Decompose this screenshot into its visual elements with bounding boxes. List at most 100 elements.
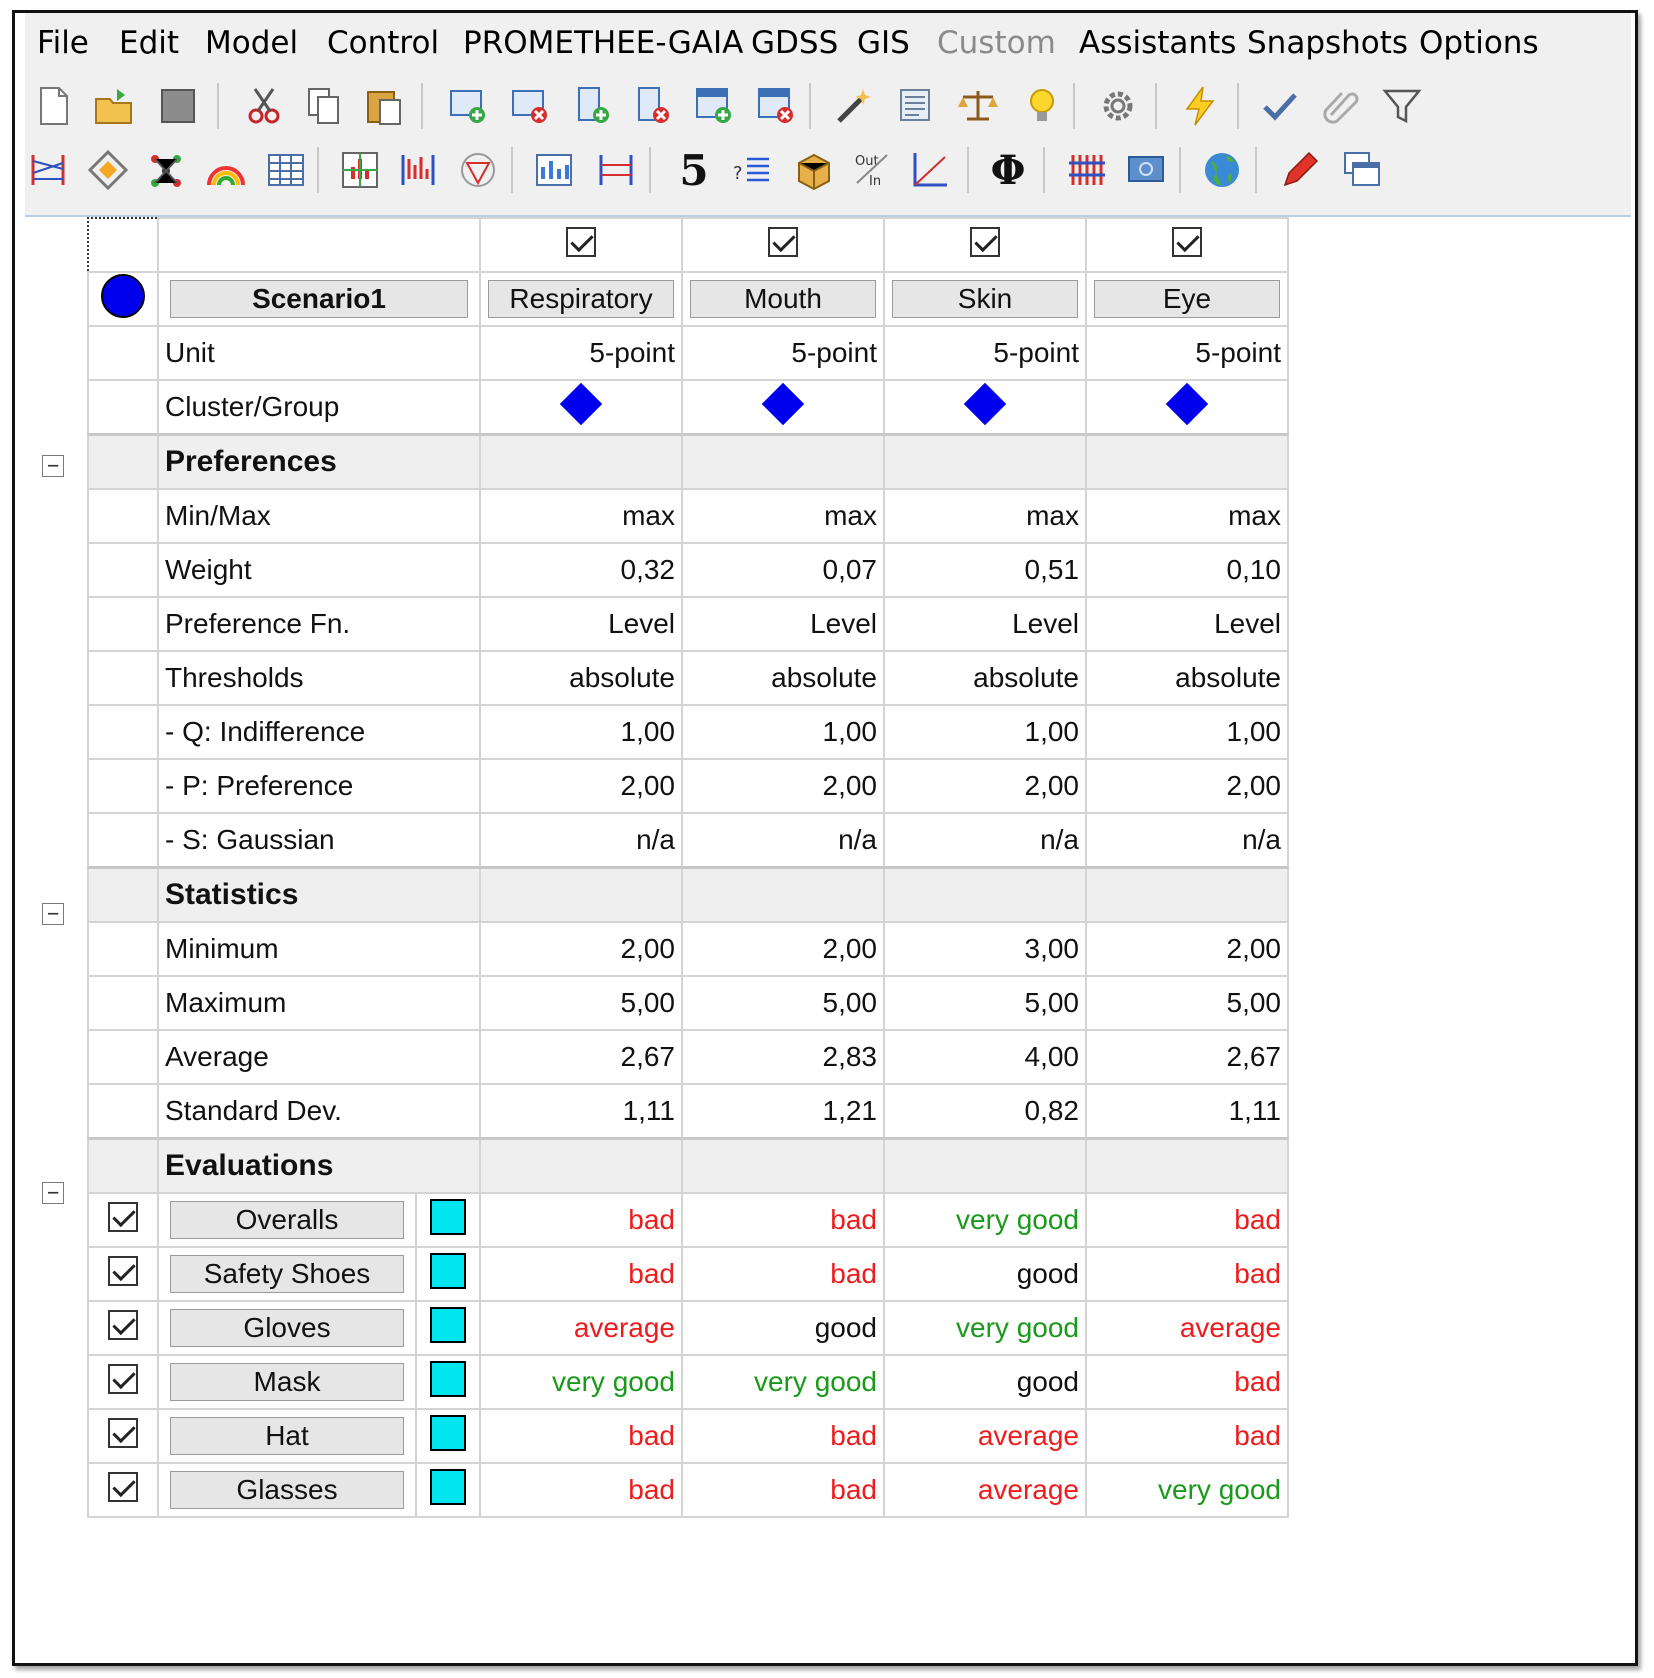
lightning-button[interactable] [1177,83,1223,129]
criterion-checkbox[interactable] [566,226,596,257]
value-cell[interactable]: Level [883,596,1087,652]
cluster-diamond-icon[interactable] [559,382,603,425]
number-five-button[interactable]: 5 [671,146,717,195]
value-cell[interactable]: n/a [479,812,683,869]
collapse-preferences-button[interactable]: − [42,455,64,477]
cut-button[interactable] [241,83,287,129]
value-cell[interactable]: 1,11 [1085,1083,1289,1140]
edit-wand-button[interactable] [831,83,877,129]
evaluation-cell[interactable]: very good [479,1354,683,1410]
value-cell[interactable]: 0,82 [883,1083,1087,1140]
paperclip-button[interactable] [1317,83,1363,129]
evaluation-cell[interactable]: average [1085,1300,1289,1356]
evaluation-cell[interactable]: very good [883,1300,1087,1356]
value-cell[interactable]: max [883,488,1087,544]
value-cell[interactable]: 5,00 [1085,975,1289,1031]
value-cell[interactable]: 0,10 [1085,542,1289,598]
windows-button[interactable] [1339,147,1385,193]
globe-button[interactable] [1199,147,1245,193]
action-safety-shoes-button[interactable]: Safety Shoes [170,1255,404,1293]
collapse-evaluations-button[interactable]: − [42,1182,64,1204]
evaluation-cell[interactable]: very good [1085,1462,1289,1518]
value-cell[interactable]: max [681,488,885,544]
delete-action-button[interactable] [507,83,553,129]
action-checkbox[interactable] [108,1417,138,1448]
value-cell[interactable]: 1,00 [1085,704,1289,760]
pencil-button[interactable] [1277,147,1323,193]
evaluation-cell[interactable]: bad [479,1246,683,1302]
value-cell[interactable]: absolute [681,650,885,706]
action-checkbox[interactable] [108,1255,138,1286]
value-cell[interactable]: 5-point [681,325,885,381]
balance-button[interactable] [955,83,1001,129]
value-cell[interactable]: 2,67 [1085,1029,1289,1085]
delete-criterion-button[interactable] [629,83,675,129]
evaluation-cell[interactable]: very good [681,1354,885,1410]
evaluation-cell[interactable]: average [883,1408,1087,1464]
value-cell[interactable]: 5,00 [681,975,885,1031]
value-cell[interactable]: 2,67 [479,1029,683,1085]
collapse-statistics-button[interactable]: − [42,903,64,925]
evaluation-cell[interactable]: average [883,1462,1087,1518]
action-hat-button[interactable]: Hat [170,1417,404,1455]
value-cell[interactable]: 2,00 [1085,921,1289,977]
value-cell[interactable]: absolute [1085,650,1289,706]
menu-control[interactable]: Control [327,25,439,61]
settings-gear-button[interactable] [1095,83,1141,129]
visual-stability-button[interactable] [893,83,939,129]
evaluation-cell[interactable]: bad [479,1192,683,1248]
cluster-diamond-icon[interactable] [963,382,1007,425]
menu-promethee-gaia[interactable]: PROMETHEE-GAIA [463,25,743,61]
value-cell[interactable]: 0,32 [479,542,683,598]
criterion-mouth-button[interactable]: Mouth [690,280,876,318]
value-cell[interactable]: 1,00 [479,704,683,760]
value-cell[interactable]: 2,00 [479,921,683,977]
action-color-swatch[interactable] [430,1252,466,1289]
boxes-button[interactable] [791,147,837,193]
open-folder-button[interactable] [91,83,137,129]
menu-gdss[interactable]: GDSS [751,25,838,61]
value-cell[interactable]: Level [1085,596,1289,652]
pie-chart-button[interactable] [531,147,577,193]
value-cell[interactable]: 2,00 [681,921,885,977]
menu-model[interactable]: Model [205,25,298,61]
value-cell[interactable]: absolute [883,650,1087,706]
value-cell[interactable]: 5-point [1085,325,1289,381]
menu-custom[interactable]: Custom [937,25,1056,61]
ranking-button[interactable] [25,147,71,193]
criterion-checkbox[interactable] [970,226,1000,257]
value-cell[interactable]: n/a [1085,812,1289,869]
value-cell[interactable]: 2,83 [681,1029,885,1085]
menu-gis[interactable]: GIS [857,25,910,61]
action-checkbox[interactable] [108,1309,138,1340]
action-color-swatch[interactable] [430,1414,466,1451]
filter-button[interactable] [1379,83,1425,129]
scenario-color-dot[interactable] [101,274,145,318]
evaluation-cell[interactable]: good [883,1246,1087,1302]
checkmark-button[interactable] [1257,83,1303,129]
action-color-swatch[interactable] [430,1198,466,1235]
value-cell[interactable]: 5-point [479,325,683,381]
evaluation-cell[interactable]: bad [479,1408,683,1464]
walking-weights-button[interactable] [337,147,383,193]
evaluation-cell[interactable]: bad [681,1462,885,1518]
value-cell[interactable]: n/a [681,812,885,869]
corner-select-cell[interactable] [87,217,159,273]
action-color-swatch[interactable] [430,1468,466,1505]
table-button[interactable] [263,147,309,193]
curve-button[interactable] [907,147,953,193]
action-glasses-button[interactable]: Glasses [170,1471,404,1509]
menu-assistants[interactable]: Assistants [1079,25,1236,61]
action-mask-button[interactable]: Mask [170,1363,404,1401]
criterion-checkbox[interactable] [768,226,798,257]
criterion-checkbox[interactable] [1172,226,1202,257]
evaluation-cell[interactable]: bad [1085,1192,1289,1248]
value-cell[interactable]: 2,00 [681,758,885,814]
cluster-diamond-icon[interactable] [1165,382,1209,425]
menu-edit[interactable]: Edit [119,25,179,61]
criterion-eye-button[interactable]: Eye [1094,280,1280,318]
value-cell[interactable]: 1,00 [883,704,1087,760]
action-color-swatch[interactable] [430,1360,466,1397]
profiles-button[interactable] [395,147,441,193]
save-button[interactable] [155,83,201,129]
